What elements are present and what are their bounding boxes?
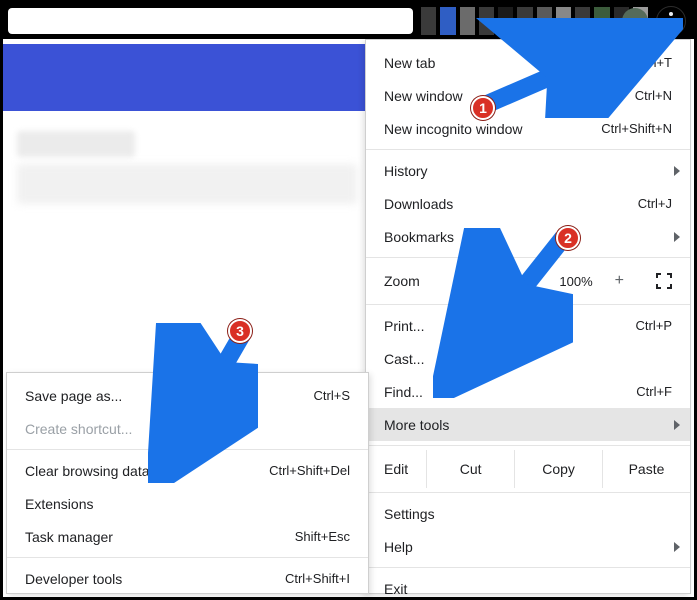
menu-separator [366, 445, 690, 446]
menu-shortcut: Ctrl+F [636, 384, 672, 399]
menu-item-history[interactable]: History [366, 154, 690, 187]
menu-label: Task manager [25, 529, 295, 545]
menu-item-print[interactable]: Print... Ctrl+P [366, 309, 690, 342]
menu-shortcut: Ctrl+Shift+N [601, 121, 672, 136]
menu-shortcut: Ctrl+T [636, 55, 672, 70]
menu-item-find[interactable]: Find... Ctrl+F [366, 375, 690, 408]
menu-label: More tools [384, 417, 672, 433]
menu-label: History [384, 163, 672, 179]
menu-separator [366, 492, 690, 493]
menu-label: Downloads [384, 196, 638, 212]
menu-item-incognito[interactable]: New incognito window Ctrl+Shift+N [366, 112, 690, 145]
submenu-item-create-shortcut: Create shortcut... [7, 412, 368, 445]
browser-toolbar [3, 3, 694, 39]
menu-shortcut: Ctrl+J [638, 196, 672, 211]
profile-avatar[interactable] [622, 8, 648, 34]
menu-label: New tab [384, 55, 636, 71]
menu-item-exit[interactable]: Exit [366, 572, 690, 600]
chevron-right-icon [674, 166, 680, 176]
chevron-right-icon [674, 232, 680, 242]
page-content-blur-line [17, 131, 135, 157]
menu-item-settings[interactable]: Settings [366, 497, 690, 530]
menu-item-cast[interactable]: Cast... [366, 342, 690, 375]
address-bar-blur [8, 8, 413, 34]
cut-button[interactable]: Cut [426, 450, 514, 488]
submenu-item-save-page[interactable]: Save page as... Ctrl+S [7, 379, 368, 412]
more-tools-submenu: Save page as... Ctrl+S Create shortcut..… [6, 372, 369, 594]
menu-label: Clear browsing data... [25, 463, 269, 479]
menu-separator [366, 567, 690, 568]
zoom-label: Zoom [384, 273, 506, 289]
menu-separator [366, 304, 690, 305]
menu-label: New incognito window [384, 121, 601, 137]
menu-shortcut: Ctrl+Shift+I [285, 571, 350, 586]
menu-item-bookmarks[interactable]: Bookmarks [366, 220, 690, 253]
toolbar-extensions-pixelated [421, 7, 648, 35]
menu-shortcut: Ctrl+S [314, 388, 350, 403]
paste-button[interactable]: Paste [602, 450, 690, 488]
menu-item-downloads[interactable]: Downloads Ctrl+J [366, 187, 690, 220]
copy-button[interactable]: Copy [514, 450, 602, 488]
menu-item-more-tools[interactable]: More tools [366, 408, 690, 441]
menu-shortcut: Ctrl+N [635, 88, 672, 103]
menu-separator [7, 449, 368, 450]
menu-label: Bookmarks [384, 229, 672, 245]
menu-label: Settings [384, 506, 672, 522]
menu-label: Developer tools [25, 571, 285, 587]
kebab-menu-icon[interactable] [656, 6, 686, 36]
menu-item-help[interactable]: Help [366, 530, 690, 563]
menu-item-zoom: Zoom − 100% + [366, 262, 690, 300]
submenu-item-clear-browsing-data[interactable]: Clear browsing data... Ctrl+Shift+Del [7, 454, 368, 487]
menu-item-new-tab[interactable]: New tab Ctrl+T [366, 46, 690, 79]
zoom-value: 100% [559, 274, 592, 289]
menu-shortcut: Ctrl+Shift+Del [269, 463, 350, 478]
menu-label: Find... [384, 384, 636, 400]
menu-label: New window [384, 88, 635, 104]
submenu-item-task-manager[interactable]: Task manager Shift+Esc [7, 520, 368, 553]
zoom-in-button[interactable]: + [611, 272, 628, 290]
menu-separator [366, 149, 690, 150]
menu-label: Exit [384, 581, 672, 597]
chevron-right-icon [674, 420, 680, 430]
edit-label: Edit [366, 450, 426, 488]
menu-item-edit-row: Edit Cut Copy Paste [366, 450, 690, 488]
submenu-item-developer-tools[interactable]: Developer tools Ctrl+Shift+I [7, 562, 368, 595]
page-content-blur [8, 125, 368, 370]
page-header-blur [3, 44, 368, 111]
menu-label: Save page as... [25, 388, 314, 404]
fullscreen-icon[interactable] [656, 273, 672, 289]
menu-separator [366, 257, 690, 258]
menu-label: Print... [384, 318, 636, 334]
menu-label: Create shortcut... [25, 421, 350, 437]
main-menu: New tab Ctrl+T New window Ctrl+N New inc… [365, 39, 691, 594]
submenu-item-extensions[interactable]: Extensions [7, 487, 368, 520]
zoom-out-button[interactable]: − [524, 272, 541, 290]
menu-label: Extensions [25, 496, 350, 512]
menu-label: Help [384, 539, 672, 555]
menu-shortcut: Shift+Esc [295, 529, 350, 544]
chevron-right-icon [674, 542, 680, 552]
menu-shortcut: Ctrl+P [636, 318, 672, 333]
screenshot-frame: New tab Ctrl+T New window Ctrl+N New inc… [0, 0, 697, 600]
page-content-blur-line [17, 164, 357, 204]
menu-separator [7, 557, 368, 558]
menu-label: Cast... [384, 351, 672, 367]
menu-item-new-window[interactable]: New window Ctrl+N [366, 79, 690, 112]
